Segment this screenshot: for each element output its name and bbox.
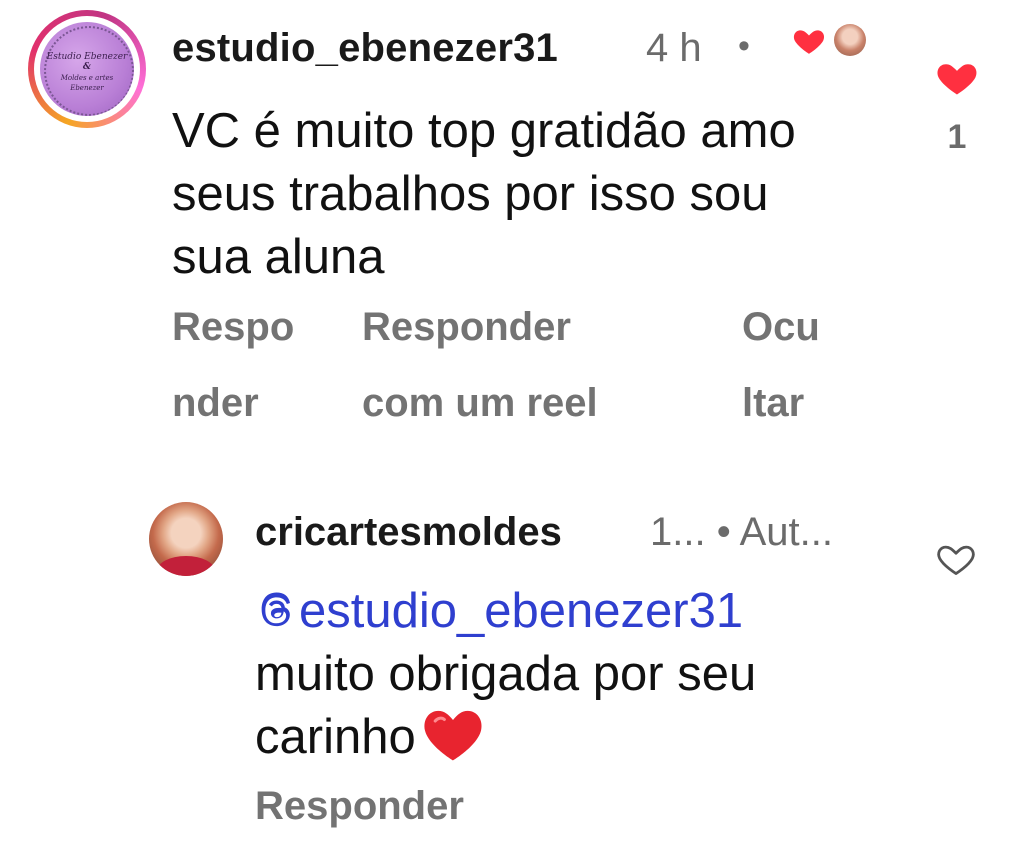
reel-label-line1: Responder bbox=[362, 305, 571, 349]
mention-link[interactable]: estudio_ebenezer31 bbox=[255, 580, 743, 643]
meta-separator: • bbox=[738, 27, 750, 65]
threads-icon bbox=[261, 592, 290, 627]
avatar-image: Estudio Ebenezer & Moldes e artes Ebenez… bbox=[40, 22, 134, 116]
reply-button-2[interactable]: Responder bbox=[255, 768, 464, 844]
comment-text: VC é muito top gratidão amo seus trabalh… bbox=[172, 104, 796, 284]
reply-button[interactable]: Respo nder bbox=[172, 289, 332, 441]
reply-avatar[interactable] bbox=[149, 502, 223, 576]
red-heart-emoji bbox=[424, 710, 482, 761]
avatar-logo-text: Estudio Ebenezer bbox=[46, 52, 128, 62]
hide-label-line2: ltar bbox=[742, 381, 805, 425]
avatar-logo-amp: & bbox=[82, 62, 92, 72]
avatar-logo-subtext: Moldes e artes bbox=[60, 74, 114, 82]
small-heart-icon bbox=[793, 30, 825, 54]
reply-text: muito obrigada por seu carinho bbox=[255, 647, 757, 764]
reply-text-container: muito obrigada por seu carinho bbox=[255, 643, 895, 769]
reply-with-reel-button[interactable]: Responder com um reel bbox=[362, 289, 652, 441]
mention-text: estudio_ebenezer31 bbox=[299, 584, 744, 638]
like-count[interactable]: 1 bbox=[942, 118, 972, 157]
avatar[interactable]: Estudio Ebenezer & Moldes e artes Ebenez… bbox=[28, 10, 146, 128]
heart-outline-icon[interactable] bbox=[934, 538, 978, 580]
hide-label-line1: Ocu bbox=[742, 305, 820, 349]
heart-icon[interactable] bbox=[934, 56, 980, 100]
reply-meta: 1... • Aut... bbox=[650, 510, 833, 554]
hide-button[interactable]: Ocu ltar bbox=[742, 289, 862, 441]
reply-label-line1: Respo bbox=[172, 305, 295, 349]
reply-label-line2: nder bbox=[172, 381, 259, 425]
creator-avatar bbox=[834, 24, 866, 56]
reel-label-line2: com um reel bbox=[362, 381, 598, 425]
avatar-shirt bbox=[157, 556, 215, 576]
reply-username[interactable]: cricartesmoldes bbox=[255, 510, 562, 555]
comment-time: 4 h bbox=[646, 26, 702, 70]
comment-username[interactable]: estudio_ebenezer31 bbox=[172, 26, 558, 71]
avatar-logo-subtext2: Ebenezer bbox=[70, 84, 104, 92]
